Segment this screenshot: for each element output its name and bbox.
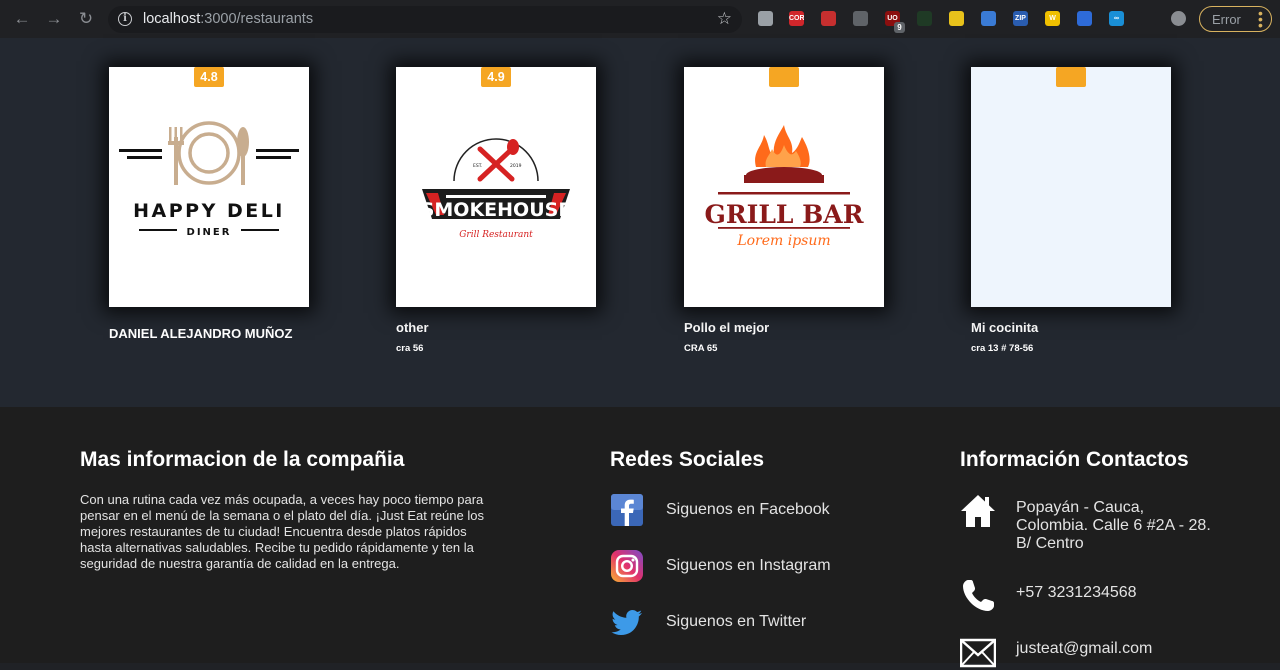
rating-badge xyxy=(769,67,799,87)
ghost-icon[interactable] xyxy=(949,11,964,26)
restaurant-card[interactable]: EST. 2019 SMOKEHOUSE Grill Restaurant 4.… xyxy=(396,67,596,354)
logo-subtitle: Lorem ipsum xyxy=(736,233,830,249)
home-icon xyxy=(961,495,995,527)
restaurant-address: cra 56 xyxy=(396,343,424,354)
restaurants-section: HAPPY DELI DINER 4.8 DANIEL ALEJANDRO MU… xyxy=(0,38,1280,407)
restaurant-card[interactable]: Mi cocinita cra 13 # 78-56 xyxy=(971,67,1171,354)
social-link-twitter[interactable]: Siguenos en Twitter xyxy=(610,605,870,639)
logo-subtitle: Grill Restaurant xyxy=(459,230,533,240)
profile-avatar-icon[interactable] xyxy=(1171,11,1186,26)
rating-badge: 4.8 xyxy=(194,67,224,87)
kebab-menu-icon[interactable]: • • • xyxy=(1258,6,1263,32)
grill-bar-logo: GRILL BAR Lorem ipsum xyxy=(705,125,864,249)
record-target-icon[interactable] xyxy=(853,11,868,26)
rating-badge xyxy=(1056,67,1086,87)
url-text[interactable]: localhost:3000/restaurants xyxy=(143,11,313,27)
restaurant-card[interactable]: GRILL BAR Lorem ipsum Pollo el mejor CRA… xyxy=(684,67,884,354)
vpn-icon[interactable] xyxy=(1077,11,1092,26)
reload-icon[interactable]: ↻ xyxy=(76,9,96,29)
restaurant-address: CRA 65 xyxy=(684,343,718,354)
logo-title: HAPPY DELI xyxy=(133,200,285,222)
infinity-icon[interactable]: ∞ xyxy=(1109,11,1124,26)
puzzle-extensions-icon[interactable] xyxy=(1141,11,1156,26)
rating-badge: 4.9 xyxy=(481,67,511,87)
logo-est-label: EST. xyxy=(473,163,482,169)
twitter-icon[interactable] xyxy=(610,605,644,639)
wappalyzer-icon[interactable]: W xyxy=(1045,11,1060,26)
restaurant-name[interactable]: Mi cocinita xyxy=(971,320,1171,335)
social-link-facebook[interactable]: Siguenos en Facebook xyxy=(610,493,870,527)
restaurant-image[interactable]: EST. 2019 SMOKEHOUSE Grill Restaurant 4.… xyxy=(396,67,596,307)
vue-devtools-icon[interactable] xyxy=(758,11,773,26)
phone-icon xyxy=(963,580,994,611)
facebook-icon[interactable] xyxy=(610,493,644,527)
back-arrow-icon[interactable]: ← xyxy=(12,9,32,29)
site-info-icon[interactable]: i xyxy=(118,12,132,26)
address-bar[interactable]: i localhost:3000/restaurants ☆ xyxy=(108,6,742,33)
note-icon[interactable] xyxy=(981,11,996,26)
company-info-text: Con una rutina cada vez más ocupada, a v… xyxy=(80,492,484,571)
logo-title: SMOKEHOUSE xyxy=(421,199,572,221)
smokehouse-logo: EST. 2019 SMOKEHOUSE Grill Restaurant xyxy=(421,138,572,240)
restaurant-name[interactable]: Pollo el mejor xyxy=(684,320,884,335)
envelope-icon xyxy=(960,638,996,668)
restaurant-card[interactable]: HAPPY DELI DINER 4.8 DANIEL ALEJANDRO MU… xyxy=(109,67,309,341)
restaurant-name[interactable]: DANIEL ALEJANDRO MUÑOZ xyxy=(109,326,309,341)
bookmark-star-icon[interactable]: ☆ xyxy=(717,9,732,29)
restaurant-name[interactable]: other xyxy=(396,320,596,335)
tampermonkey-icon[interactable] xyxy=(821,11,836,26)
forward-arrow-icon[interactable]: → xyxy=(44,9,64,29)
logo-subtitle: DINER xyxy=(187,227,232,238)
company-info-title: Mas informacion de la compañia xyxy=(80,448,405,471)
restaurant-address: cra 13 # 78-56 xyxy=(971,343,1034,354)
happy-deli-logo: HAPPY DELI DINER xyxy=(119,121,299,238)
social-title: Redes Sociales xyxy=(610,448,765,471)
instagram-icon[interactable] xyxy=(610,549,644,583)
logo-year-label: 2019 xyxy=(510,163,522,169)
restaurant-image-placeholder[interactable] xyxy=(971,67,1171,307)
profile-error-button[interactable]: Error • • • xyxy=(1199,6,1272,32)
restaurant-image[interactable]: HAPPY DELI DINER 4.8 xyxy=(109,67,309,307)
screenshot-icon[interactable] xyxy=(917,11,932,26)
zip-icon[interactable]: ZIP xyxy=(1013,11,1028,26)
contact-title: Información Contactos xyxy=(960,448,1189,471)
ublock-count-badge: 9 xyxy=(894,22,905,33)
social-link-instagram[interactable]: Siguenos en Instagram xyxy=(610,549,870,583)
browser-toolbar: ← → ↻ i localhost:3000/restaurants ☆ COR… xyxy=(0,0,1280,38)
logo-title: GRILL BAR xyxy=(705,200,864,229)
restaurant-image[interactable]: GRILL BAR Lorem ipsum xyxy=(684,67,884,307)
cors-extension-icon[interactable]: CORS xyxy=(789,11,804,26)
footer: Mas informacion de la compañia Con una r… xyxy=(0,407,1280,668)
